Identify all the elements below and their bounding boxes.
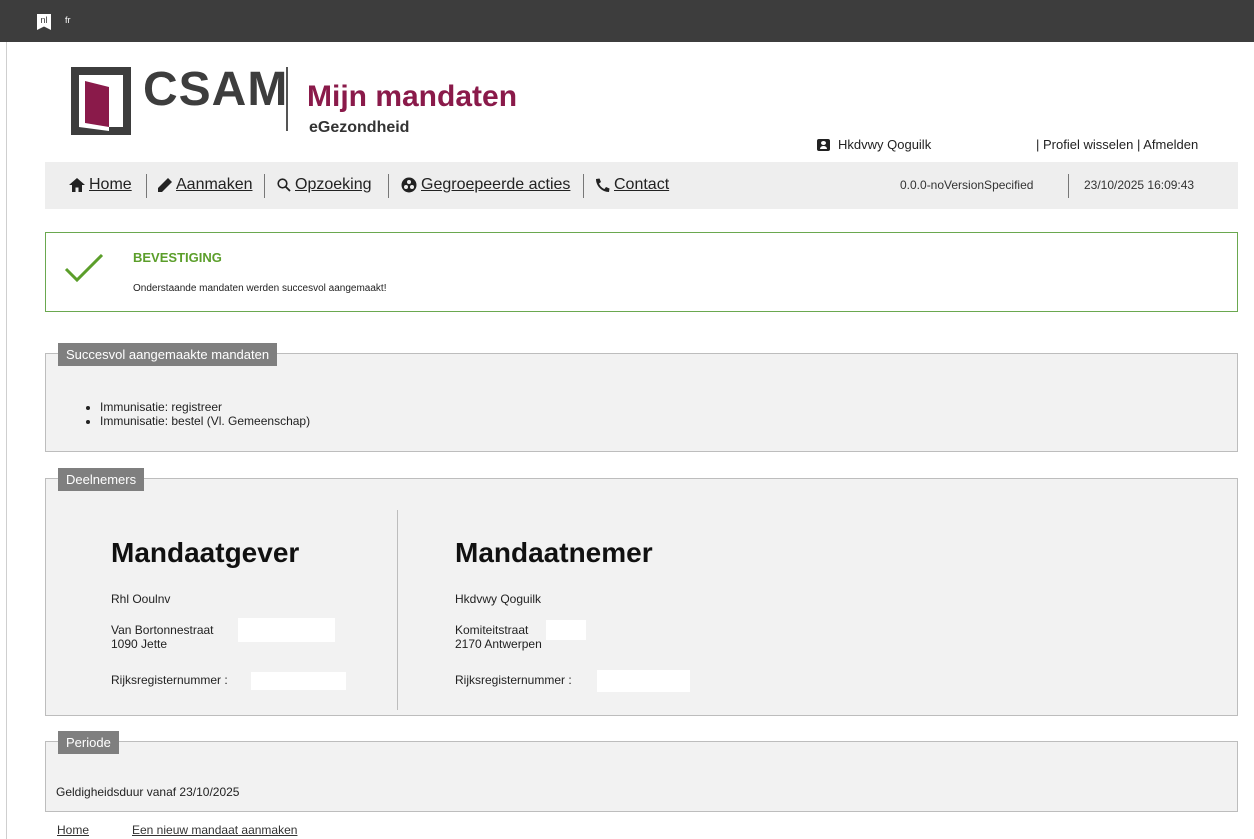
confirmation-box: BEVESTIGING Onderstaande mandaten werden…	[45, 232, 1238, 312]
redacted-box	[546, 620, 586, 640]
nav-contact[interactable]: Contact	[595, 176, 669, 194]
mandate-receiver-street: Komiteitstraat	[455, 623, 529, 637]
mandate-receiver-heading: Mandaatnemer	[455, 537, 653, 568]
user-links: | Profiel wisselen | Afmelden	[1036, 137, 1198, 152]
nav-search-label: Opzoeking	[295, 176, 372, 193]
logo-divider	[286, 67, 288, 131]
nav-grouped-actions-label: Gegroepeerde acties	[421, 176, 571, 193]
version-label: 0.0.0-noVersionSpecified	[900, 178, 1034, 192]
mandate-giver-street: Van Bortonnestraat	[111, 623, 214, 637]
logout-link[interactable]: Afmelden	[1143, 137, 1198, 152]
mandate-receiver-rrn-label: Rijksregisternummer :	[455, 673, 572, 687]
column-divider	[397, 510, 398, 710]
left-edge-line	[6, 42, 7, 839]
redacted-box	[251, 672, 346, 690]
nav-separator	[146, 174, 147, 198]
nav-home-label: Home	[89, 176, 132, 193]
nav-create[interactable]: Aanmaken	[158, 176, 253, 194]
period-section: Periode Geldigheidsduur vanaf 23/10/2025	[45, 731, 1238, 812]
validity-text: Geldigheidsduur vanaf 23/10/2025	[56, 785, 240, 799]
mandate-giver-rrn-label: Rijksregisternummer :	[111, 673, 228, 687]
nav-create-label: Aanmaken	[176, 176, 253, 193]
checkmark-icon	[64, 253, 104, 283]
nav-separator	[264, 174, 265, 198]
mandate-receiver-city: 2170 Antwerpen	[455, 637, 542, 651]
datetime-label: 23/10/2025 16:09:43	[1084, 178, 1195, 192]
mandate-giver-name: Rhl Ooulnv	[111, 592, 171, 606]
confirmation-message: Onderstaande mandaten werden succesvol a…	[133, 283, 387, 294]
search-icon	[277, 178, 291, 192]
created-mandates-list: Immunisatie: registreer Immunisatie: bes…	[100, 400, 310, 428]
list-item: Immunisatie: registreer	[100, 400, 310, 414]
app-title: Mijn mandaten	[307, 80, 518, 113]
new-mandate-link[interactable]: Een nieuw mandaat aanmaken	[132, 823, 297, 837]
pencil-icon	[158, 178, 172, 192]
nav-separator	[583, 174, 584, 198]
user-links-separator-2: |	[1136, 137, 1141, 152]
nav-contact-label: Contact	[614, 176, 670, 193]
period-legend: Periode	[58, 731, 119, 754]
nav-home[interactable]: Home	[69, 176, 132, 194]
participants-legend: Deelnemers	[58, 468, 145, 491]
user-links-separator: |	[1036, 137, 1040, 152]
confirmation-title: BEVESTIGING	[133, 250, 222, 265]
language-nl[interactable]: nl	[37, 14, 51, 30]
redacted-box	[238, 618, 335, 642]
home-icon	[69, 178, 85, 192]
list-item: Immunisatie: bestel (Vl. Gemeenschap)	[100, 414, 310, 428]
mandate-receiver-name: Hkdvwy Qoguilk	[455, 592, 542, 606]
nav-separator	[1068, 174, 1069, 198]
main-nav: Home Aanmaken Opzoeking Gegroepeerde act…	[45, 162, 1238, 209]
created-mandates-section: Succesvol aangemaakte mandaten Immunisat…	[45, 343, 1238, 452]
logo-text: CSAM	[143, 63, 289, 116]
mandate-giver-city: 1090 Jette	[111, 637, 168, 651]
mandate-giver-heading: Mandaatgever	[111, 537, 300, 568]
participants-section: Deelnemers Mandaatgever Rhl Ooulnv Van B…	[45, 468, 1238, 716]
app-subtitle: eGezondheid	[309, 119, 410, 136]
nav-search[interactable]: Opzoeking	[277, 176, 372, 194]
phone-icon	[596, 178, 610, 192]
csam-logo-icon	[71, 67, 131, 135]
user-card-icon	[817, 139, 830, 151]
nav-separator	[388, 174, 389, 198]
footer-home-link[interactable]: Home	[57, 823, 89, 837]
user-name: Hkdvwy Qoguilk	[838, 137, 932, 152]
language-fr[interactable]: fr	[65, 15, 71, 25]
switch-profile-link[interactable]: Profiel wisselen	[1043, 137, 1133, 152]
created-mandates-legend: Succesvol aangemaakte mandaten	[58, 343, 278, 366]
top-bar: nl fr	[0, 0, 1254, 42]
nav-grouped-actions[interactable]: Gegroepeerde acties	[401, 176, 570, 194]
group-icon	[401, 177, 417, 193]
redacted-box	[597, 670, 690, 692]
